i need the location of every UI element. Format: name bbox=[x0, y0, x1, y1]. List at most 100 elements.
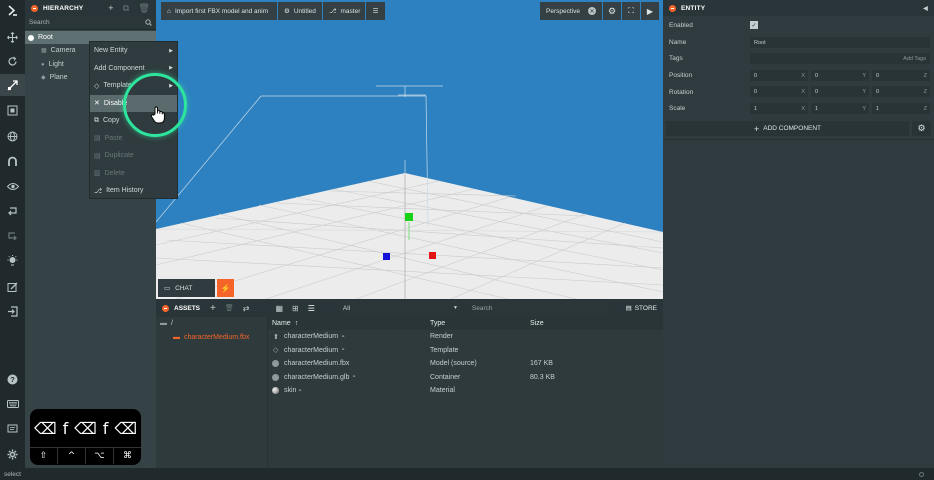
fullscreen-button[interactable]: ⛶ bbox=[622, 2, 640, 20]
code-editor-icon[interactable] bbox=[0, 276, 25, 298]
add-asset-icon[interactable]: + bbox=[210, 303, 216, 314]
scene-canvas bbox=[156, 85, 663, 299]
model-icon bbox=[272, 360, 279, 368]
menu-item-label: New Entity bbox=[94, 47, 128, 55]
add-entity-icon[interactable]: + bbox=[108, 3, 113, 14]
viewport-3d[interactable]: ⌂ Import first FBX model and anim ⚙ Unti… bbox=[156, 0, 663, 299]
rotation-y-field[interactable]: 0Y bbox=[811, 86, 869, 97]
folder-label: / bbox=[171, 320, 173, 328]
store-button[interactable]: ▤ STORE bbox=[626, 304, 657, 313]
enabled-row: Enabled ✓ bbox=[663, 18, 934, 32]
launch-button[interactable]: ▶ bbox=[641, 2, 659, 20]
enabled-checkbox[interactable]: ✓ bbox=[750, 21, 758, 29]
tree-item-camera[interactable]: ▦ Camera bbox=[41, 44, 76, 57]
add-component-button[interactable]: + ADD COMPONENT bbox=[666, 121, 909, 136]
asset-search-input[interactable]: Search bbox=[465, 301, 609, 315]
magnet-snap-icon[interactable] bbox=[0, 150, 25, 172]
assets-header: ASSETS + 🗑 ⇄ ▦ ⊞ ☰ All ▼ Search ▤ STORE bbox=[156, 299, 663, 317]
folder-root[interactable]: ▬ / bbox=[156, 317, 267, 331]
collapse-icon[interactable] bbox=[669, 4, 676, 12]
rotate-tool-icon[interactable] bbox=[0, 50, 25, 72]
tree-item-plane[interactable]: ◆ Plane bbox=[41, 71, 68, 84]
template-icon: ◇ bbox=[94, 82, 100, 90]
details-view-icon[interactable]: ☰ bbox=[308, 304, 315, 313]
asset-name: characterMedium bbox=[284, 346, 339, 354]
chat-button[interactable]: ▭ CHAT bbox=[158, 279, 215, 297]
camera-select[interactable]: Perspective ✕ bbox=[540, 2, 602, 20]
column-name-header[interactable]: Name ↑ bbox=[272, 320, 298, 327]
duplicate-entity-icon[interactable]: ⧉ bbox=[123, 3, 130, 14]
lightmapper-icon[interactable] bbox=[0, 250, 25, 272]
project-tab-button[interactable]: ⌂ Import first FBX model and anim bbox=[161, 2, 277, 20]
collapse-arrow-icon[interactable]: ◀ bbox=[923, 5, 928, 12]
asset-row[interactable]: characterMedium.glb ⚭ Container 80.3 KB bbox=[268, 371, 663, 385]
plane-icon: ◆ bbox=[41, 75, 46, 81]
world-space-icon[interactable] bbox=[0, 125, 25, 147]
refresh-icon[interactable]: ⇄ bbox=[243, 304, 250, 313]
undo-icon[interactable] bbox=[0, 200, 25, 222]
settings-icon[interactable] bbox=[0, 443, 25, 465]
chat-icon[interactable] bbox=[0, 418, 25, 440]
logo-icon[interactable] bbox=[0, 0, 25, 22]
asset-row[interactable]: ⬆ characterMedium ⚭ Render bbox=[268, 330, 663, 344]
scale-tool-icon[interactable] bbox=[0, 74, 25, 96]
rotation-z-field[interactable]: 0Z bbox=[872, 86, 930, 97]
small-grid-view-icon[interactable]: ⊞ bbox=[292, 304, 299, 313]
redo-icon[interactable] bbox=[0, 225, 25, 247]
grid-view-icon[interactable]: ▦ bbox=[275, 304, 283, 313]
asset-row[interactable]: skin ⚭ Material bbox=[268, 384, 663, 398]
project-tab-label: Import first FBX model and anim bbox=[174, 7, 269, 15]
tree-item-label: Camera bbox=[50, 47, 76, 54]
collapse-icon[interactable] bbox=[31, 4, 38, 12]
pressed-keys: ⌫ f ⌫ f ⌫ bbox=[34, 418, 137, 438]
scale-x-field[interactable]: 1X bbox=[750, 103, 808, 114]
duplicate-icon: ▤ bbox=[94, 152, 101, 160]
position-x-field[interactable]: 0X bbox=[750, 70, 808, 81]
delete-entity-icon[interactable]: 🗑 bbox=[138, 3, 150, 14]
scale-y-field[interactable]: 1Y bbox=[811, 103, 869, 114]
collapse-icon[interactable] bbox=[162, 304, 169, 312]
column-size-header[interactable]: Size bbox=[530, 320, 544, 327]
menu-item-delete[interactable]: ▥ Delete bbox=[90, 165, 177, 183]
chat-icon: ▭ bbox=[164, 285, 171, 292]
branch-button[interactable]: ⎇ master bbox=[323, 2, 365, 20]
viewport-settings-button[interactable]: ⚙ bbox=[603, 2, 621, 20]
help-icon[interactable]: ? bbox=[0, 368, 25, 390]
asset-row[interactable]: ◇ characterMedium ⚭ Template bbox=[268, 344, 663, 358]
tree-item-light[interactable]: ● Light bbox=[41, 58, 64, 71]
delete-asset-icon[interactable]: 🗑 bbox=[225, 304, 234, 312]
branch-label: master bbox=[340, 7, 361, 15]
keyboard-shortcuts-icon[interactable] bbox=[0, 393, 25, 415]
eye-focus-icon[interactable] bbox=[0, 175, 25, 197]
name-field[interactable]: Root bbox=[750, 37, 930, 48]
publish-icon[interactable] bbox=[0, 300, 25, 322]
tree-item-label: Plane bbox=[49, 74, 68, 81]
key-f: f bbox=[102, 418, 109, 438]
chat-notification-icon[interactable]: ⚡ bbox=[217, 279, 234, 297]
rotation-x-field[interactable]: 0X bbox=[750, 86, 808, 97]
rotation-label: Rotation bbox=[669, 88, 694, 96]
scale-z-field[interactable]: 1Z bbox=[872, 103, 930, 114]
position-z-field[interactable]: 0Z bbox=[872, 70, 930, 81]
scale-label: Scale bbox=[669, 104, 686, 112]
tags-field[interactable]: Add Tags bbox=[750, 53, 930, 64]
menu-item-new-entity[interactable]: New Entity ▶ bbox=[90, 42, 177, 60]
position-y-field[interactable]: 0Y bbox=[811, 70, 869, 81]
menu-item-item-history[interactable]: ⎇ Item History bbox=[90, 182, 177, 200]
list-menu-button[interactable]: ☰ bbox=[366, 2, 385, 20]
component-settings-button[interactable]: ⚙ bbox=[912, 121, 931, 136]
asset-row[interactable]: characterMedium.fbx Model (source) 167 K… bbox=[268, 357, 663, 371]
render-icon: ⬆ bbox=[273, 333, 279, 341]
hierarchy-search-input[interactable]: Search bbox=[25, 16, 156, 30]
folder-charactermedium[interactable]: ▬ characterMedium.fbx bbox=[156, 331, 267, 345]
asset-filter-select[interactable]: All ▼ bbox=[336, 301, 462, 315]
tree-item-root[interactable]: Root bbox=[28, 31, 53, 44]
move-tool-icon[interactable] bbox=[0, 26, 25, 48]
menu-item-duplicate[interactable]: ▤ Duplicate bbox=[90, 147, 177, 165]
cursor-highlight-ring bbox=[123, 73, 187, 137]
resize-tool-icon[interactable] bbox=[0, 99, 25, 121]
scene-button[interactable]: ⚙ Untitled bbox=[278, 2, 322, 20]
assets-panel: ASSETS + 🗑 ⇄ ▦ ⊞ ☰ All ▼ Search ▤ STORE … bbox=[156, 299, 663, 468]
column-type-header[interactable]: Type bbox=[430, 320, 445, 327]
asset-name: characterMedium.fbx bbox=[284, 360, 350, 368]
